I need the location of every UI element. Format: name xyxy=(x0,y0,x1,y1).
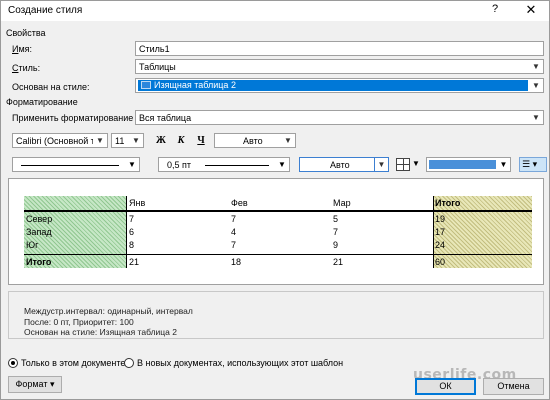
table-cell: 4 xyxy=(231,227,237,237)
new-documents-label[interactable]: В новых документах, использующих этот ша… xyxy=(137,358,343,368)
table-cell: 21 xyxy=(333,257,344,267)
table-row-label: Запад xyxy=(26,227,52,237)
chevron-down-icon: ▼ xyxy=(374,158,388,171)
style-description: Междустр.интервал: одинарный, интервал П… xyxy=(8,291,544,339)
bold-button[interactable]: Ж xyxy=(153,133,169,148)
cancel-button[interactable]: Отмена xyxy=(483,378,544,395)
table-cell: 19 xyxy=(435,214,446,224)
table-row-label: Юг xyxy=(26,240,39,250)
ok-button[interactable]: ОК xyxy=(415,378,476,395)
border-color-select[interactable]: Авто ▼ xyxy=(299,157,389,172)
font-size-select[interactable]: 11 ▼ xyxy=(111,133,144,148)
border-color-value: Авто xyxy=(330,160,350,170)
table-cell: 7 xyxy=(129,214,135,224)
description-line: Междустр.интервал: одинарный, интервал xyxy=(24,306,193,316)
format-button[interactable]: Формат ▾ xyxy=(8,376,62,393)
new-documents-radio[interactable] xyxy=(124,358,134,368)
line-width-value: 0,5 пт xyxy=(167,160,192,170)
italic-button[interactable]: К xyxy=(173,133,189,148)
chevron-down-icon: ▼ xyxy=(93,134,107,147)
table-cell: 7 xyxy=(231,214,237,224)
table-header-cell: Янв xyxy=(129,198,146,208)
font-color-select[interactable]: Авто ▼ xyxy=(214,133,296,148)
title-bar: Создание стиля ? ✕ xyxy=(1,1,549,21)
this-document-radio[interactable] xyxy=(8,358,18,368)
table-cell: 6 xyxy=(129,227,135,237)
name-field[interactable]: Стиль1 xyxy=(135,41,544,56)
chevron-down-icon[interactable]: ▼ xyxy=(412,159,420,168)
chevron-down-icon: ▼ xyxy=(532,81,540,90)
table-cell: 8 xyxy=(129,240,135,250)
fill-color-select[interactable]: ▼ xyxy=(426,157,511,172)
table-cell: 17 xyxy=(435,227,446,237)
table-cell: 18 xyxy=(231,257,242,267)
table-header-cell: Фев xyxy=(231,198,248,208)
chevron-down-icon: ▼ xyxy=(532,113,540,122)
table-cell: 60 xyxy=(435,257,446,267)
apply-to-label: Применить форматирование к: xyxy=(12,113,143,123)
table-header-cell: Итого xyxy=(435,198,461,208)
line-style-preview xyxy=(21,165,119,166)
name-label: Имя: xyxy=(12,44,33,54)
alignment-icon[interactable]: ☰ ▾ xyxy=(519,157,547,172)
dialog-title: Создание стиля xyxy=(8,5,83,16)
chevron-down-icon: ▼ xyxy=(278,160,286,169)
help-button[interactable]: ? xyxy=(487,3,503,19)
style-type-label: Стиль: xyxy=(12,63,41,73)
close-button[interactable]: ✕ xyxy=(522,2,540,20)
line-style-select[interactable]: ▼ xyxy=(12,157,140,172)
based-on-label: Основан на стиле: xyxy=(12,82,90,92)
based-on-select[interactable]: Изящная таблица 2 ▼ xyxy=(135,78,544,93)
this-document-label[interactable]: Только в этом документе xyxy=(21,358,125,368)
font-name-select[interactable]: Calibri (Основной текс ▼ xyxy=(12,133,108,148)
borders-icon[interactable] xyxy=(396,158,410,171)
chevron-down-icon: ▼ xyxy=(499,160,508,169)
table-row-label: Север xyxy=(26,214,53,224)
underline-button[interactable]: Ч xyxy=(193,133,209,148)
apply-to-value: Вся таблица xyxy=(139,113,192,123)
description-line: После: 0 пт, Приоритет: 100 xyxy=(24,317,134,327)
style-preview-pane: Янв Фев Мар Итого Север 7 7 5 19 Запад 6… xyxy=(8,178,544,285)
fill-color-swatch xyxy=(429,160,496,169)
table-cell: 7 xyxy=(333,227,339,237)
chevron-down-icon: ▼ xyxy=(532,62,540,71)
font-size-value: 11 xyxy=(115,136,125,146)
table-header-cell: Мар xyxy=(333,198,351,208)
create-style-dialog: Создание стиля ? ✕ Свойства Имя: Стиль1 … xyxy=(0,0,550,400)
table-cell: 24 xyxy=(435,240,446,250)
font-color-value: Авто xyxy=(243,136,263,146)
based-on-selected-item: Изящная таблица 2 xyxy=(138,80,528,91)
style-type-value: Таблицы xyxy=(139,62,176,72)
table-row-label: Итого xyxy=(26,257,52,267)
formatting-section-label: Форматирование xyxy=(6,97,78,107)
table-cell: 21 xyxy=(129,257,140,267)
header-border-line xyxy=(24,210,532,212)
table-style-icon xyxy=(141,81,151,89)
line-width-preview xyxy=(205,165,269,166)
table-cell: 9 xyxy=(333,240,339,250)
chevron-down-icon: ▼ xyxy=(128,160,136,169)
description-line: Основан на стиле: Изящная таблица 2 xyxy=(24,327,177,337)
properties-section-label: Свойства xyxy=(6,28,46,38)
table-cell: 7 xyxy=(231,240,237,250)
chevron-down-icon: ▼ xyxy=(132,136,140,145)
line-width-select[interactable]: 0,5 пт ▼ xyxy=(158,157,290,172)
total-row-border-line xyxy=(24,254,532,255)
style-type-select[interactable]: Таблицы ▼ xyxy=(135,59,544,74)
chevron-down-icon: ▼ xyxy=(284,136,292,145)
apply-to-select[interactable]: Вся таблица ▼ xyxy=(135,110,544,125)
table-cell: 5 xyxy=(333,214,339,224)
